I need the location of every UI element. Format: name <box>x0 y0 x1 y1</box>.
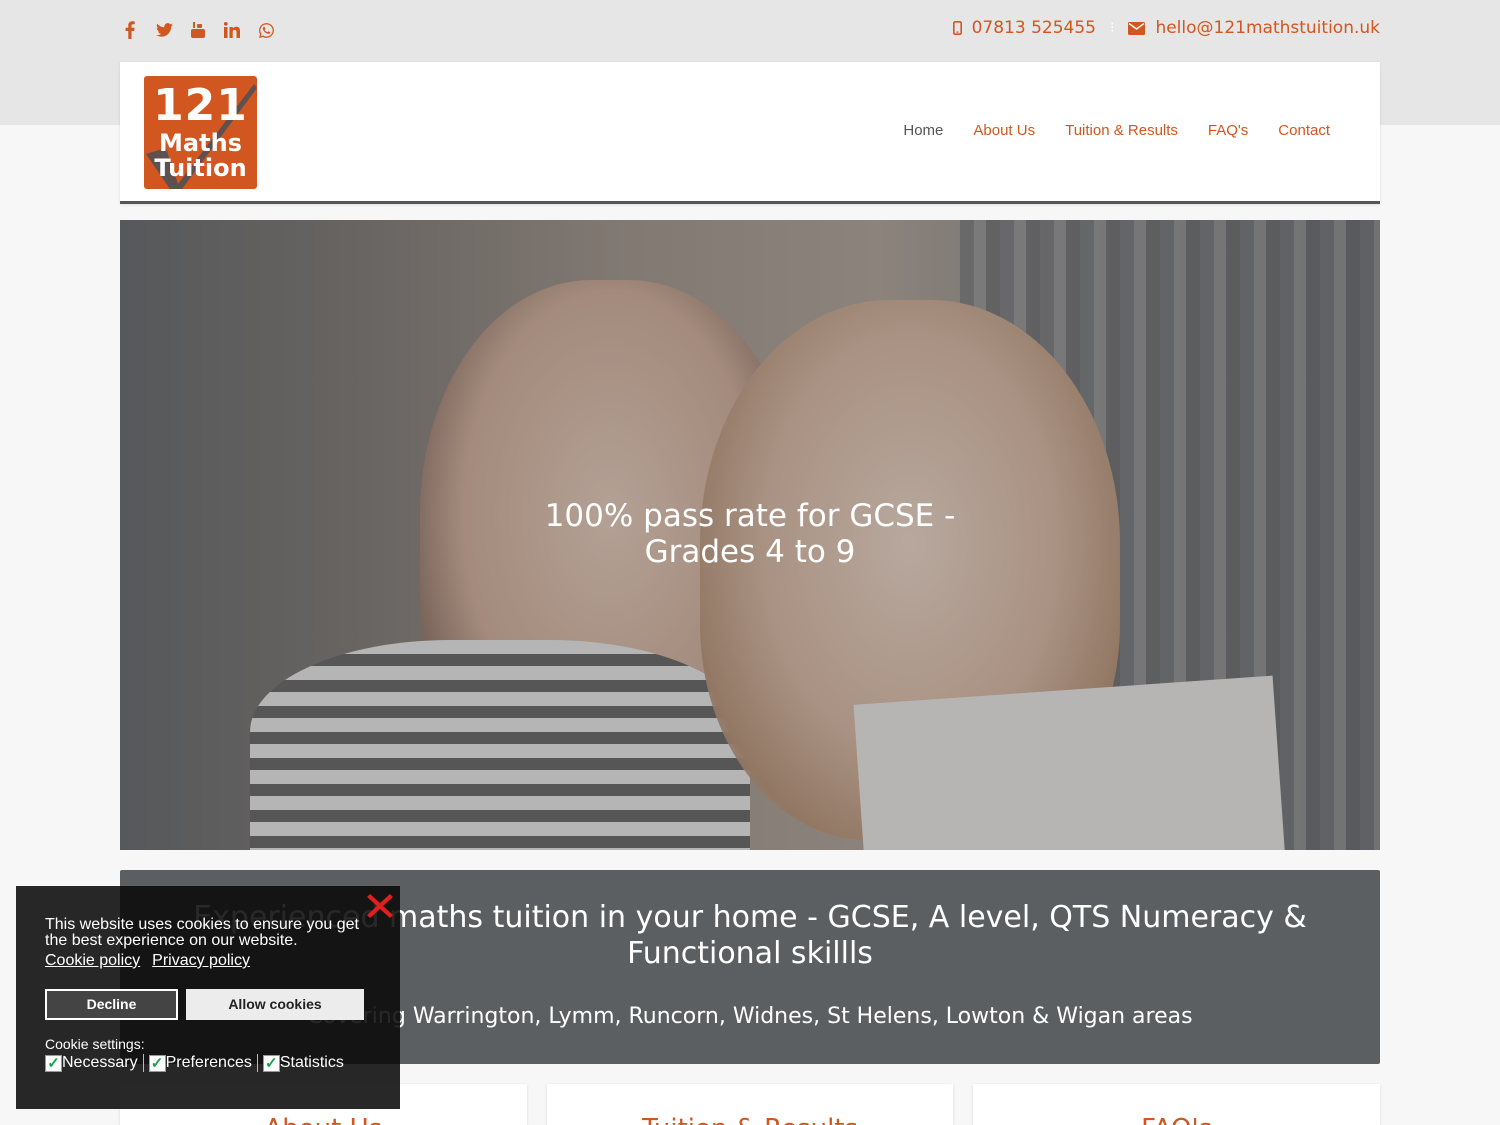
phone-number[interactable]: 07813 525455 <box>972 18 1096 38</box>
email-address[interactable]: hello@121mathstuition.uk <box>1155 18 1380 38</box>
mobile-phone-icon <box>952 21 962 35</box>
main-nav: Home About Us Tuition & Results FAQ's Co… <box>903 122 1330 139</box>
statistics-checkbox[interactable]: ✓ <box>262 1054 280 1072</box>
site-logo[interactable]: 121 Maths Tuition <box>144 76 257 189</box>
youtube-icon[interactable] <box>188 16 208 44</box>
allow-cookies-button[interactable]: Allow cookies <box>186 989 364 1020</box>
social-links <box>120 16 276 44</box>
cookie-settings-label: Cookie settings: <box>45 1036 145 1052</box>
email-link[interactable]: hello@121mathstuition.uk <box>1128 18 1380 38</box>
nav-contact[interactable]: Contact <box>1278 122 1330 139</box>
preferences-checkbox[interactable]: ✓ <box>148 1054 166 1072</box>
twitter-icon[interactable] <box>154 16 174 44</box>
statistics-label: Statistics <box>279 1054 344 1071</box>
hero-title: 100% pass rate for GCSE - Grades 4 to 9 <box>544 498 956 570</box>
logo-number: 121 <box>153 80 248 131</box>
cookie-links: Cookie policy Privacy policy <box>45 952 250 970</box>
card-title: Tuition & Results <box>547 1114 954 1125</box>
nav-faqs[interactable]: FAQ's <box>1208 122 1248 139</box>
card-tuition-results[interactable]: Tuition & Results <box>546 1084 954 1125</box>
phone-link[interactable]: 07813 525455 <box>952 18 1096 38</box>
hero-banner: 100% pass rate for GCSE - Grades 4 to 9 <box>120 220 1380 850</box>
necessary-label: Necessary <box>62 1054 138 1071</box>
cookie-settings-options: ✓ Necessary ✓ Preferences ✓ Statistics <box>45 1054 344 1072</box>
site-header: 121 Maths Tuition Home About Us Tuition … <box>120 62 1380 204</box>
nav-home[interactable]: Home <box>903 122 943 139</box>
nav-about-us[interactable]: About Us <box>973 122 1035 139</box>
card-title: About Us <box>120 1114 527 1125</box>
card-faqs[interactable]: FAQ's <box>973 1084 1381 1125</box>
logo-word-tuition: Tuition <box>154 154 247 182</box>
envelope-icon <box>1128 21 1146 35</box>
preferences-option[interactable]: ✓ Preferences <box>148 1054 252 1072</box>
card-title: FAQ's <box>973 1114 1380 1125</box>
necessary-checkbox[interactable]: ✓ <box>45 1054 62 1072</box>
cookie-message: This website uses cookies to ensure you … <box>45 916 359 949</box>
decline-button[interactable]: Decline <box>45 989 178 1020</box>
topbar: 07813 525455 ⁝ hello@121mathstuition.uk <box>120 0 1380 60</box>
contact-info: 07813 525455 ⁝ hello@121mathstuition.uk <box>952 18 1380 38</box>
nav-tuition-results[interactable]: Tuition & Results <box>1065 122 1178 139</box>
divider <box>256 1054 258 1072</box>
divider: ⁝ <box>1109 20 1115 36</box>
facebook-icon[interactable] <box>120 16 140 44</box>
logo-word-maths: Maths <box>159 129 242 157</box>
preferences-label: Preferences <box>165 1054 252 1071</box>
divider <box>142 1054 144 1072</box>
privacy-policy-link[interactable]: Privacy policy <box>152 952 250 970</box>
statistics-option[interactable]: ✓ Statistics <box>262 1054 344 1072</box>
cookie-consent-panel: This website uses cookies to ensure you … <box>16 886 400 1109</box>
whatsapp-icon[interactable] <box>256 16 276 44</box>
cookie-policy-link[interactable]: Cookie policy <box>45 952 140 970</box>
linkedin-icon[interactable] <box>222 16 242 44</box>
necessary-option[interactable]: ✓ Necessary <box>45 1054 138 1072</box>
